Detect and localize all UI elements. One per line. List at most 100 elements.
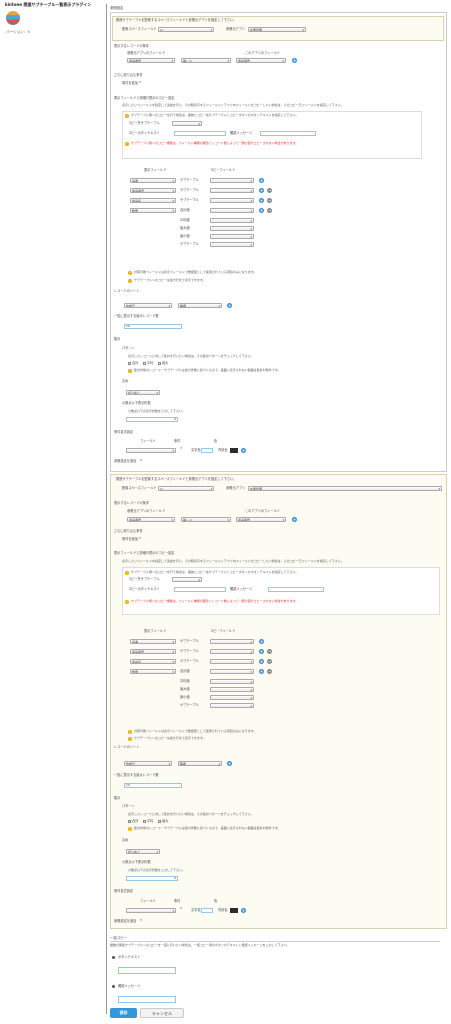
add-cond-link[interactable]: 条件を追加 xyxy=(122,537,138,542)
cond-field-select[interactable]: 商品番号 xyxy=(127,517,175,522)
digits-input[interactable]: 0 xyxy=(126,876,178,881)
remove-row-icon[interactable]: − xyxy=(267,659,272,664)
display-field-select[interactable]: 商品番号 xyxy=(130,188,176,193)
text-color-input[interactable] xyxy=(201,448,213,453)
app-label: 参照元アプリ xyxy=(226,27,246,31)
cond-this-select[interactable]: 商品番号 xyxy=(236,517,286,522)
search-icon[interactable]: ⌕ xyxy=(140,917,142,923)
sort-field-select[interactable]: 作成日 xyxy=(124,303,172,308)
max-checkbox[interactable] xyxy=(158,820,161,823)
copy-field-select[interactable] xyxy=(210,208,254,213)
confirm-input[interactable] xyxy=(268,587,324,592)
sum-checkbox[interactable] xyxy=(128,362,131,365)
add-row-icon[interactable]: + xyxy=(259,188,264,193)
copy-field-select[interactable] xyxy=(210,659,254,664)
copy-field-select[interactable] xyxy=(210,639,254,644)
add-cond-icon[interactable]: + xyxy=(292,58,297,63)
perpage-input[interactable]: 10 xyxy=(124,783,182,788)
display-field-select[interactable]: 品番 xyxy=(130,178,176,183)
app-select[interactable]: 在庫管理 xyxy=(248,486,442,491)
style-field-select[interactable] xyxy=(126,908,176,913)
add-row-icon[interactable]: + xyxy=(259,669,264,674)
agg-kind-label: 最大値 xyxy=(180,226,190,230)
cancel-button[interactable]: キャンセル xyxy=(140,1008,184,1018)
display-field-select[interactable]: 品番 xyxy=(130,639,176,644)
agg-field-select[interactable] xyxy=(210,242,254,247)
copy-to-select[interactable] xyxy=(172,577,202,582)
agg-field-select[interactable] xyxy=(210,218,254,223)
add-block-link[interactable]: 参照設定を追加 xyxy=(114,459,136,464)
style-field-select[interactable] xyxy=(126,448,176,453)
display-field-select[interactable]: 商品番号 xyxy=(130,649,176,654)
bulk-confirm-input[interactable] xyxy=(118,996,176,1003)
search-icon[interactable]: ⌕ xyxy=(140,457,142,463)
sum-checkbox[interactable] xyxy=(128,820,131,823)
sort-order-select[interactable]: 降順 xyxy=(178,303,222,308)
btn-text-input[interactable] xyxy=(174,587,226,592)
copy-field-select[interactable] xyxy=(210,178,254,183)
display-field-select[interactable]: 商品名 xyxy=(130,659,176,664)
sort-field-select[interactable]: 作成日 xyxy=(124,761,172,766)
agg-field-select[interactable] xyxy=(210,687,254,692)
remove-row-icon[interactable]: − xyxy=(267,669,272,674)
remove-row-icon[interactable]: − xyxy=(267,198,272,203)
bg-color-swatch[interactable] xyxy=(230,908,238,913)
add-cond-link[interactable]: 条件を追加 xyxy=(122,81,138,86)
search-icon[interactable]: ⌕ xyxy=(180,905,182,911)
display-field-select[interactable]: 数量 xyxy=(130,208,176,213)
add-row-icon[interactable]: + xyxy=(259,198,264,203)
add-row-icon[interactable]: + xyxy=(259,649,264,654)
display-field-select[interactable]: 数量 xyxy=(130,669,176,674)
style-label: 条件書式設定 xyxy=(114,889,134,893)
add-style-icon[interactable]: + xyxy=(241,448,246,453)
avg-checkbox[interactable] xyxy=(143,362,146,365)
agg-field-select[interactable] xyxy=(210,679,254,684)
confirm-input[interactable] xyxy=(260,131,316,136)
perpage-input[interactable]: 10 xyxy=(124,324,182,329)
add-row-icon[interactable]: + xyxy=(259,208,264,213)
agg-field-select[interactable] xyxy=(210,234,254,239)
round-select[interactable]: 切り捨て xyxy=(126,390,160,395)
add-sort-icon[interactable]: + xyxy=(227,303,232,308)
display-field-select[interactable]: 商品名 xyxy=(130,198,176,203)
add-style-icon[interactable]: + xyxy=(241,908,246,913)
bg-color-swatch[interactable] xyxy=(230,448,238,453)
save-button[interactable]: 保存 xyxy=(110,1008,137,1018)
add-row-icon[interactable]: + xyxy=(259,178,264,183)
copy-field-select[interactable] xyxy=(210,649,254,654)
digits-input[interactable]: 0 xyxy=(126,417,178,422)
btn-text-input[interactable] xyxy=(174,131,226,136)
bulk-button-input[interactable] xyxy=(118,967,176,974)
remove-row-icon[interactable]: − xyxy=(267,649,272,654)
text-color-input[interactable] xyxy=(201,908,213,913)
round-select[interactable]: 切り捨て xyxy=(126,849,160,854)
search-icon[interactable]: ⌕ xyxy=(139,79,141,85)
add-sort-icon[interactable]: + xyxy=(227,761,232,766)
agg-field-select[interactable] xyxy=(210,695,254,700)
max-checkbox[interactable] xyxy=(158,362,161,365)
cond-op-select[interactable]: 等しい xyxy=(181,58,231,63)
remove-row-icon[interactable]: − xyxy=(267,208,272,213)
cond-op-select[interactable]: 等しい xyxy=(181,517,231,522)
copy-field-select[interactable] xyxy=(210,188,254,193)
add-cond-icon[interactable]: + xyxy=(292,517,297,522)
warning-icon: ! xyxy=(128,369,132,373)
copy-field-select[interactable] xyxy=(210,198,254,203)
search-icon[interactable]: ⌕ xyxy=(180,445,182,451)
sort-order-select[interactable]: 降順 xyxy=(178,761,222,766)
agg-field-select[interactable] xyxy=(210,226,254,231)
add-row-icon[interactable]: + xyxy=(259,639,264,644)
copy-field-select[interactable] xyxy=(210,669,254,674)
cond-this-select[interactable]: 商品番号 xyxy=(236,58,286,63)
search-icon[interactable]: ⌕ xyxy=(139,535,141,541)
cond-field-select[interactable]: 商品番号 xyxy=(127,58,175,63)
avg-checkbox[interactable] xyxy=(143,820,146,823)
agg-field-select[interactable] xyxy=(210,703,254,708)
remove-row-icon[interactable]: − xyxy=(267,188,272,193)
space-field-select[interactable]: nl xyxy=(158,486,214,491)
app-select[interactable]: 在庫管理 xyxy=(248,27,306,32)
copy-to-select[interactable] xyxy=(172,121,202,126)
add-row-icon[interactable]: + xyxy=(259,659,264,664)
add-block-link[interactable]: 参照設定を追加 xyxy=(114,919,136,924)
space-field-select[interactable]: nl xyxy=(158,27,214,32)
